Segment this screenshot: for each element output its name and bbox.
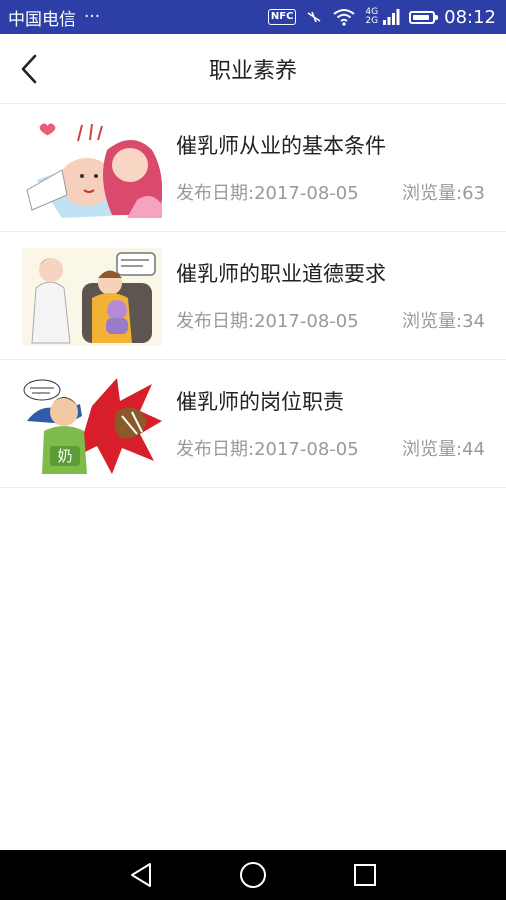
battery-icon	[409, 10, 439, 24]
article-date: 发布日期:2017-08-05	[176, 439, 359, 460]
article-title: 催乳师的岗位职责	[176, 390, 344, 414]
vibrate-off-icon	[305, 8, 323, 26]
article-list: 催乳师从业的基本条件 发布日期:2017-08-05 浏览量:63 催乳师的职业…	[0, 104, 506, 488]
article-thumbnail	[22, 248, 162, 346]
back-button[interactable]	[14, 52, 44, 86]
article-thumbnail: 奶	[22, 376, 162, 474]
square-recents-icon	[354, 864, 376, 886]
signal-icon	[382, 8, 400, 26]
triangle-back-icon	[131, 863, 151, 887]
chevron-left-icon	[21, 54, 37, 84]
thumbnail-badge: 奶	[57, 447, 72, 465]
article-title: 催乳师的职业道德要求	[176, 262, 386, 286]
page-title: 职业素养	[208, 58, 297, 84]
circle-home-icon	[240, 862, 266, 888]
list-item[interactable]: 催乳师的职业道德要求 发布日期:2017-08-05 浏览量:34	[0, 232, 506, 360]
article-thumbnail	[22, 120, 162, 218]
system-navigation-bar	[0, 850, 506, 900]
nav-home-button[interactable]	[238, 860, 268, 890]
carrier-name: 中国电信	[8, 9, 76, 30]
network-2g-label: 2G	[365, 16, 379, 26]
article-date: 发布日期:2017-08-05	[176, 311, 359, 332]
article-views: 浏览量:34	[402, 311, 485, 332]
network-type-indicator: 4G 2G	[365, 8, 378, 26]
article-views: 浏览量:44	[402, 439, 485, 460]
app-header: 职业素养	[0, 34, 506, 104]
nav-back-button[interactable]	[126, 860, 156, 890]
nfc-icon: NFC	[267, 9, 297, 25]
article-title: 催乳师从业的基本条件	[176, 134, 386, 158]
list-item[interactable]: 催乳师从业的基本条件 发布日期:2017-08-05 浏览量:63	[0, 104, 506, 232]
clock: 08:12	[444, 6, 496, 28]
article-date: 发布日期:2017-08-05	[176, 183, 359, 204]
status-bar: 中国电信 ··· NFC 4G 2G 08:12	[0, 0, 506, 34]
more-notifications-icon: ···	[84, 7, 101, 27]
list-item[interactable]: 奶 催乳师的岗位职责 发布日期:2017-08-05 浏览量:44	[0, 360, 506, 488]
article-views: 浏览量:63	[402, 183, 485, 204]
nav-recents-button[interactable]	[350, 860, 380, 890]
wifi-icon	[332, 8, 356, 26]
